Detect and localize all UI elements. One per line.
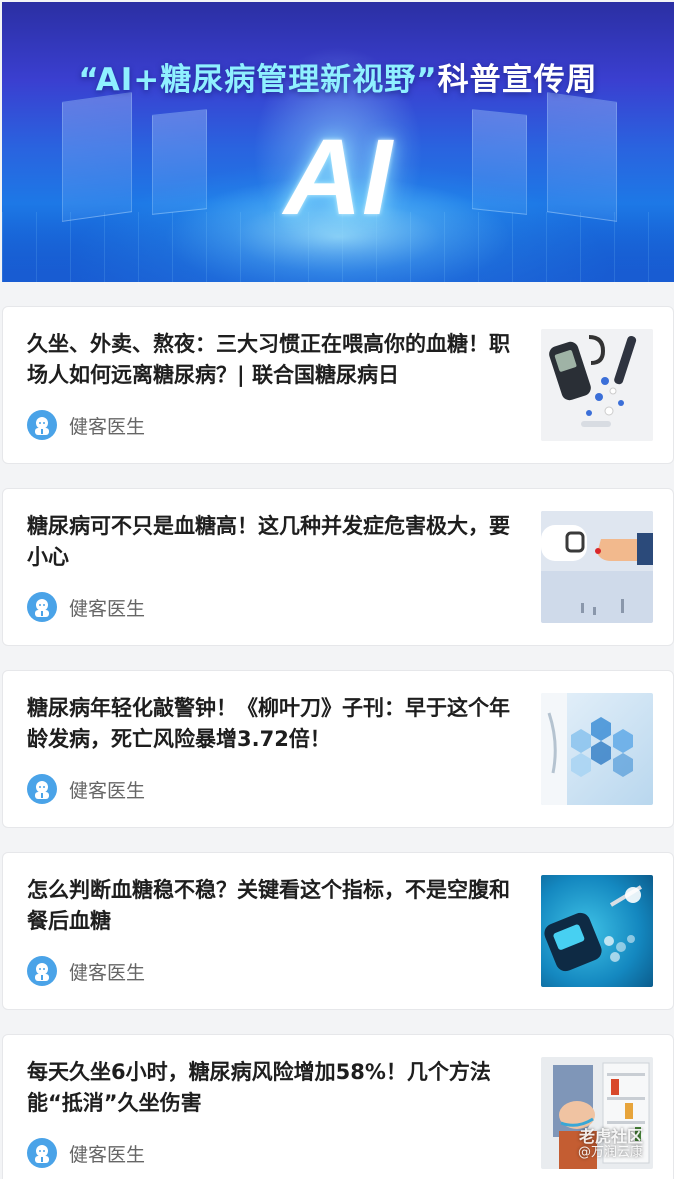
finger-blood-test-icon[interactable] xyxy=(541,511,653,623)
medical-hexagon-icon[interactable] xyxy=(541,693,653,805)
glucose-device-icon[interactable] xyxy=(541,875,653,987)
article-title[interactable]: 每天久坐6小时，糖尿病风险增加58%！几个方法能“抵消”久坐伤害 xyxy=(27,1057,527,1119)
sitting-person-icon[interactable]: 老虎社区 @万润云康 xyxy=(541,1057,653,1169)
doctor-avatar-icon xyxy=(35,417,49,435)
watermark: 老虎社区 @万润云康 xyxy=(578,1129,643,1161)
banner-title: “AI+糖尿病管理新视野”科普宣传周 xyxy=(2,54,674,99)
avatar xyxy=(27,410,57,440)
banner-title-highlight: “AI+糖尿病管理新视野” xyxy=(78,62,438,98)
article-card[interactable]: 每天久坐6小时，糖尿病风险增加58%！几个方法能“抵消”久坐伤害 健客医生 老虎… xyxy=(2,1034,674,1179)
glucose-meter-icon[interactable] xyxy=(541,329,653,441)
author-name: 健客医生 xyxy=(69,415,146,438)
article-card[interactable]: 糖尿病可不只是血糖高！这几种并发症危害极大，要小心 健客医生 xyxy=(2,488,674,646)
doctor-avatar-icon xyxy=(35,781,49,799)
article-title[interactable]: 糖尿病可不只是血糖高！这几种并发症危害极大，要小心 xyxy=(27,511,527,573)
author-name: 健客医生 xyxy=(69,597,146,620)
article-author[interactable]: 健客医生 xyxy=(27,409,145,441)
article-author[interactable]: 健客医生 xyxy=(27,955,145,987)
watermark-sub: @万润云康 xyxy=(577,1145,643,1160)
avatar xyxy=(27,592,57,622)
article-author[interactable]: 健客医生 xyxy=(27,1137,145,1169)
article-title[interactable]: 怎么判断血糖稳不稳？关键看这个指标，不是空腹和餐后血糖 xyxy=(27,875,527,937)
article-card[interactable]: 怎么判断血糖稳不稳？关键看这个指标，不是空腹和餐后血糖 健客医生 xyxy=(2,852,674,1010)
avatar xyxy=(27,774,57,804)
promo-banner[interactable]: “AI+糖尿病管理新视野”科普宣传周 AI xyxy=(2,2,674,282)
watermark-main: 老虎社区 xyxy=(578,1127,643,1146)
doctor-avatar-icon xyxy=(35,1145,49,1163)
doctor-avatar-icon xyxy=(35,963,49,981)
article-author[interactable]: 健客医生 xyxy=(27,773,145,805)
avatar xyxy=(27,1138,57,1168)
avatar xyxy=(27,956,57,986)
author-name: 健客医生 xyxy=(69,1143,146,1166)
banner-title-rest: 科普宣传周 xyxy=(437,62,598,98)
article-card[interactable]: 久坐、外卖、熬夜：三大习惯正在喂高你的血糖！职场人如何远离糖尿病？| 联合国糖尿… xyxy=(2,306,674,464)
author-name: 健客医生 xyxy=(69,779,146,802)
article-title[interactable]: 久坐、外卖、熬夜：三大习惯正在喂高你的血糖！职场人如何远离糖尿病？| 联合国糖尿… xyxy=(27,329,527,391)
author-name: 健客医生 xyxy=(69,961,146,984)
banner-ai-text: AI xyxy=(284,116,392,237)
article-title[interactable]: 糖尿病年轻化敲警钟！《柳叶刀》子刊：早于这个年龄发病，死亡风险暴增3.72倍！ xyxy=(27,693,527,755)
article-author[interactable]: 健客医生 xyxy=(27,591,145,623)
article-card[interactable]: 糖尿病年轻化敲警钟！《柳叶刀》子刊：早于这个年龄发病，死亡风险暴增3.72倍！ … xyxy=(2,670,674,828)
doctor-avatar-icon xyxy=(35,599,49,617)
